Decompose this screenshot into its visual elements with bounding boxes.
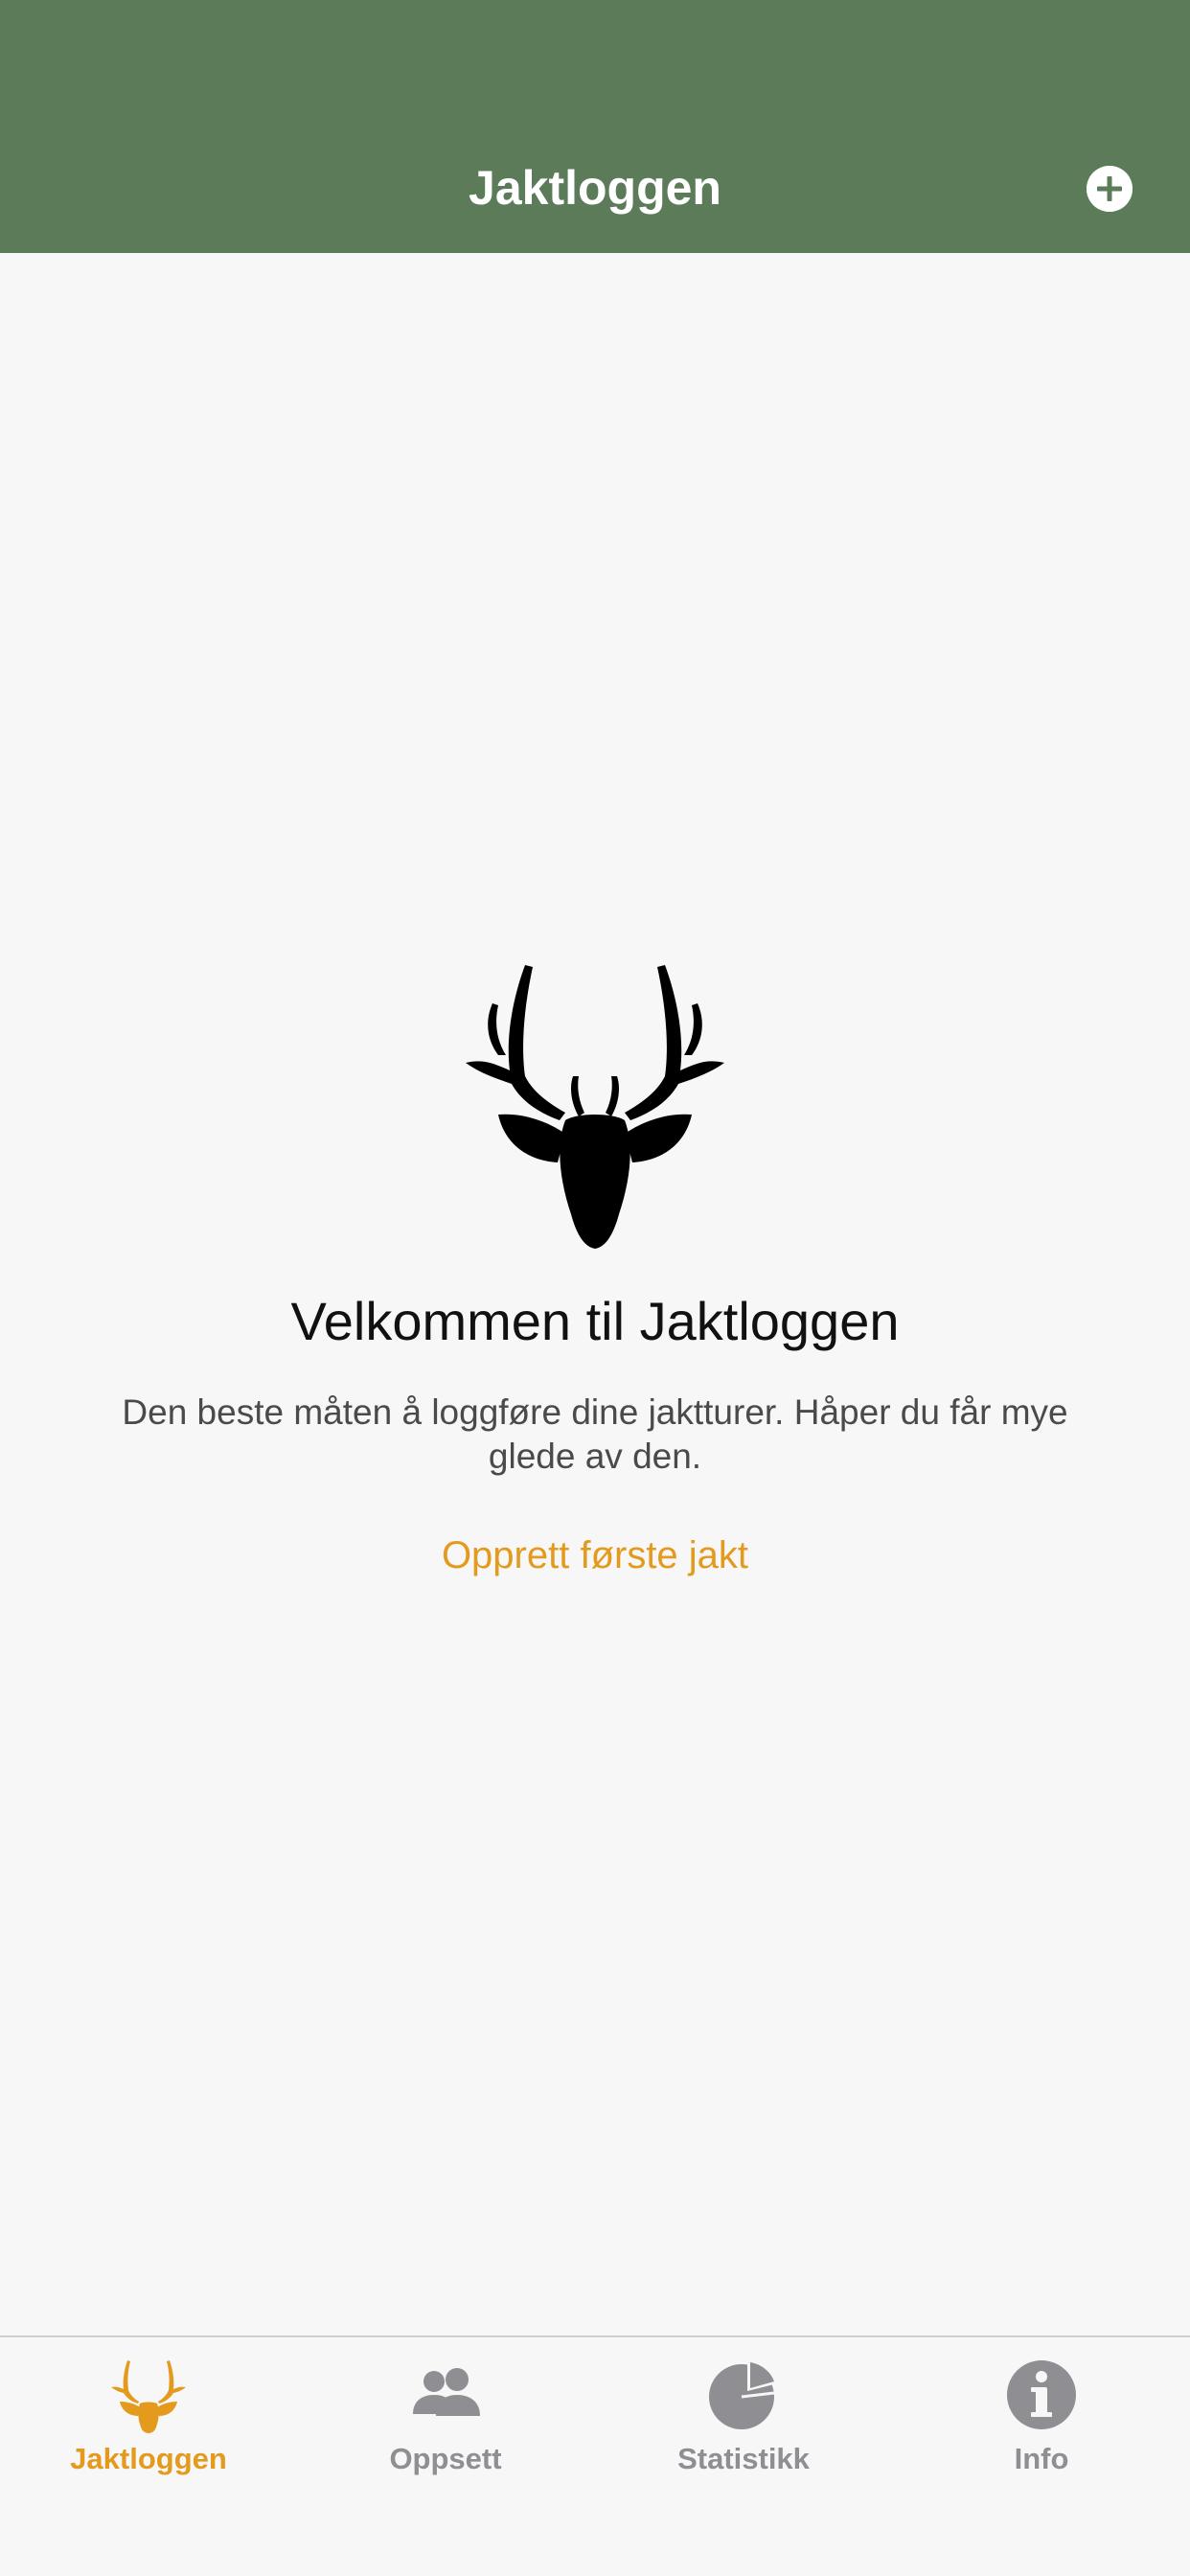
plus-circle-icon <box>1087 166 1133 212</box>
tab-info[interactable]: Info <box>893 2357 1190 2500</box>
tab-label: Info <box>1014 2442 1069 2475</box>
add-hunt-button[interactable] <box>1087 166 1133 212</box>
deer-head-icon <box>466 965 724 1249</box>
tab-bar: Jaktloggen Oppsett Statistikk Info <box>0 2335 1190 2576</box>
page-title: Jaktloggen <box>469 161 721 215</box>
welcome-description: Den beste måten å loggføre dine jaktture… <box>122 1392 1068 1476</box>
deer-head-icon <box>111 2360 186 2433</box>
people-icon <box>413 2368 480 2416</box>
empty-state: Velkommen til Jaktloggen Den beste måten… <box>0 963 1190 1578</box>
tab-label: Statistikk <box>677 2442 810 2475</box>
tab-oppsett[interactable]: Oppsett <box>297 2357 594 2500</box>
pie-chart-icon <box>709 2358 778 2429</box>
tab-statistikk[interactable]: Statistikk <box>595 2357 892 2500</box>
navigation-bar: Jaktloggen <box>0 0 1190 253</box>
app-screen: Jaktloggen Velkommen til Jaktloggen Den … <box>0 0 1190 2576</box>
create-first-hunt-button[interactable]: Opprett første jakt <box>442 1532 748 1578</box>
tab-label: Oppsett <box>389 2442 502 2475</box>
tab-label: Jaktloggen <box>70 2442 227 2475</box>
welcome-title: Velkommen til Jaktloggen <box>290 1291 900 1351</box>
tab-jaktloggen[interactable]: Jaktloggen <box>0 2357 297 2500</box>
info-icon <box>1007 2360 1076 2429</box>
